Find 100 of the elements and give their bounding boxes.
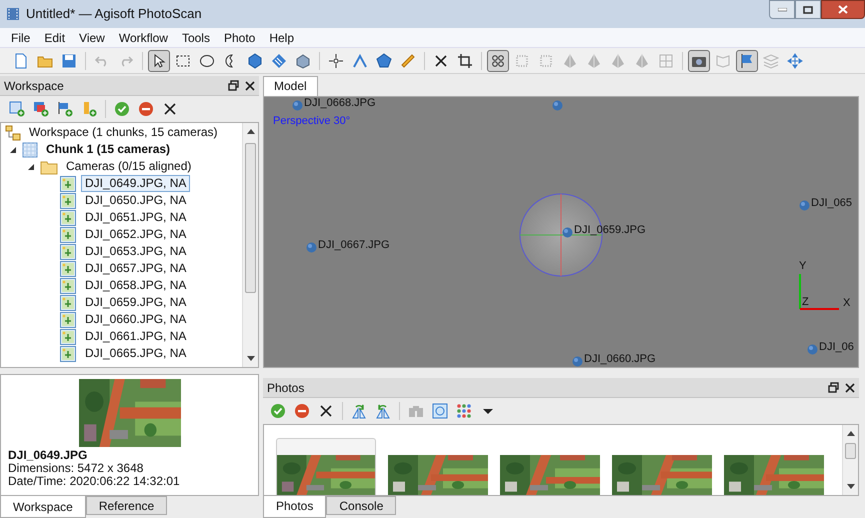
axis-label: X <box>843 296 850 311</box>
panel-title: Workspace <box>4 78 65 94</box>
grid-box-icon <box>658 52 674 68</box>
close-icon <box>162 101 178 117</box>
toolbar-button[interactable] <box>487 50 509 72</box>
photo-datetime: Date/Time: 2020:06:22 14:32:01 <box>8 475 181 488</box>
photo-dimensions: Dimensions: 5472 x 3648 <box>8 462 144 475</box>
tree-item[interactable]: DJI_0651.JPG, NA <box>81 209 190 226</box>
menu-item[interactable]: Edit <box>37 28 72 46</box>
photo-icon <box>60 278 76 294</box>
camera-marker-icon[interactable] <box>562 226 573 238</box>
float-icon[interactable] <box>828 382 839 394</box>
dashed-rectangle-icon <box>175 52 191 68</box>
rotate-right-icon <box>351 403 367 420</box>
scroll-thumb[interactable] <box>845 442 856 459</box>
ruler-icon <box>400 52 416 68</box>
camera-label: DJI_0660.JPG <box>584 352 656 366</box>
layers-icon <box>763 52 779 68</box>
tree-item[interactable]: DJI_0649.JPG, NA <box>81 175 190 192</box>
grid-icon <box>22 142 38 158</box>
dot-grid-icon <box>514 52 530 68</box>
ellipse-icon <box>199 52 215 68</box>
camera-marker-icon[interactable] <box>799 200 810 211</box>
photo-icon <box>60 176 76 192</box>
tree-item[interactable]: DJI_0661.JPG, NA <box>81 328 190 345</box>
tree-item[interactable]: Cameras (0/15 aligned) <box>63 159 194 174</box>
close-icon <box>318 403 334 420</box>
axes-drawing <box>799 274 839 310</box>
tree-item[interactable]: DJI_0650.JPG, NA <box>81 192 190 209</box>
window-title: Untitled* — Agisoft PhotoScan <box>26 5 203 24</box>
scroll-thumb[interactable] <box>245 143 256 293</box>
pyramid-icon <box>586 52 602 68</box>
pentagon-icon <box>376 52 392 68</box>
color-dots-icon <box>456 403 472 420</box>
close-icon[interactable] <box>845 382 855 393</box>
camera-marker-icon[interactable] <box>306 242 317 253</box>
shapes-icon <box>715 52 731 68</box>
menu-item[interactable]: Help <box>262 28 302 46</box>
close-icon[interactable] <box>245 80 255 90</box>
pyramid-icon <box>634 52 650 68</box>
tree-item[interactable]: DJI_0660.JPG, NA <box>81 311 190 328</box>
tab[interactable]: Reference <box>86 496 168 515</box>
menu-item[interactable]: Workflow <box>112 28 175 46</box>
photo-icon <box>60 328 76 344</box>
move-arrows-icon <box>787 52 803 68</box>
menu-item[interactable]: File <box>4 28 38 46</box>
panel-title: Photos <box>267 380 306 397</box>
tree-item[interactable]: DJI_0659.JPG, NA <box>81 294 190 311</box>
crop-icon <box>457 52 473 68</box>
tab[interactable]: Photos <box>263 496 326 518</box>
view-label: Perspective 30° <box>273 114 350 129</box>
tree-item[interactable]: Workspace (1 chunks, 15 cameras) <box>26 125 221 140</box>
tree-item[interactable]: Chunk 1 (15 cameras) <box>43 142 174 157</box>
cube-icon <box>247 52 263 68</box>
flag-icon <box>739 52 755 68</box>
tree-item[interactable]: DJI_0653.JPG, NA <box>81 243 190 260</box>
no-entry-icon <box>138 101 154 117</box>
workspace-icon <box>5 124 21 140</box>
camera-marker-icon[interactable] <box>572 356 583 367</box>
float-icon[interactable] <box>228 80 239 91</box>
scrollbar[interactable] <box>842 424 858 495</box>
tree-item[interactable]: DJI_0657.JPG, NA <box>81 260 190 277</box>
selected-thumbnail-frame[interactable] <box>276 438 376 495</box>
camera-label: DJI_0668.JPG <box>304 96 376 110</box>
photo-icon <box>60 210 76 226</box>
scroll-up-icon[interactable] <box>847 430 855 436</box>
tree-item[interactable]: DJI_0658.JPG, NA <box>81 277 190 294</box>
toolbar-button[interactable] <box>688 50 710 72</box>
menu-item[interactable]: Photo <box>216 28 262 46</box>
menu-item[interactable]: Tools <box>174 28 217 46</box>
scrollbar[interactable] <box>242 123 258 367</box>
camera-marker-icon[interactable] <box>552 100 563 111</box>
maximize-button[interactable] <box>795 0 821 19</box>
menu-item[interactable]: View <box>72 28 112 46</box>
tab[interactable]: Console <box>326 496 396 515</box>
camera-marker-icon[interactable] <box>807 344 818 355</box>
maximize-icon <box>803 6 813 14</box>
toolbar-button[interactable] <box>736 50 758 72</box>
tree-item[interactable]: DJI_0652.JPG, NA <box>81 226 190 243</box>
collapse-arrow-icon[interactable] <box>26 162 34 170</box>
striped-diamond-icon <box>271 52 287 68</box>
toolbar-button[interactable] <box>148 50 170 72</box>
collapse-arrow-icon[interactable] <box>8 146 16 154</box>
photo-icon <box>60 346 76 362</box>
photo-icon <box>60 244 76 260</box>
binoculars-icon <box>408 403 424 420</box>
photo-icon <box>60 226 76 242</box>
tab[interactable]: Workspace <box>0 496 86 518</box>
close-button[interactable] <box>821 0 865 19</box>
no-entry-icon <box>294 403 310 420</box>
scroll-down-icon[interactable] <box>247 356 255 361</box>
tab[interactable]: Model <box>263 76 318 96</box>
pyramid-icon <box>562 52 578 68</box>
scroll-up-icon[interactable] <box>247 129 255 134</box>
tree-item[interactable]: DJI_0665.JPG, NA <box>81 345 190 362</box>
camera-label: DJI_06 <box>819 340 854 354</box>
camera-marker-icon[interactable] <box>292 100 303 111</box>
folder-icon <box>40 158 58 174</box>
scroll-down-icon[interactable] <box>847 484 855 489</box>
film-icon <box>6 7 20 21</box>
